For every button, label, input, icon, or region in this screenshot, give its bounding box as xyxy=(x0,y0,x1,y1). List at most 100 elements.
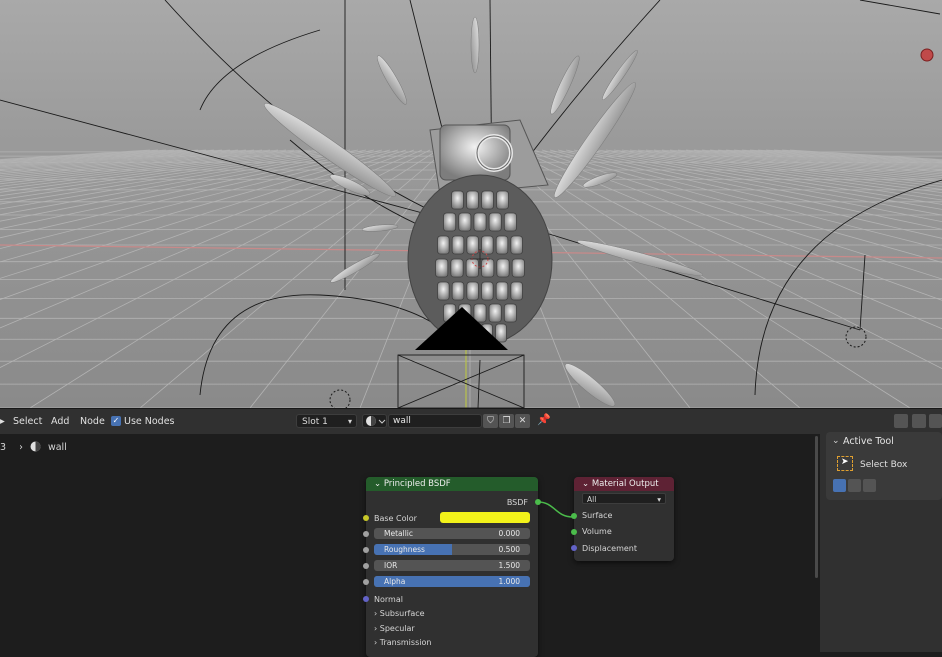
volume-label: Volume xyxy=(582,527,612,536)
vertical-scrollbar[interactable] xyxy=(815,436,818,578)
grenade-segment xyxy=(481,281,494,301)
metallic-value: 0.000 xyxy=(498,529,520,538)
roughness-value: 0.500 xyxy=(498,545,520,554)
chevron-down-icon: ▾ xyxy=(657,495,661,504)
grenade-segment xyxy=(466,281,479,301)
3d-viewport[interactable] xyxy=(0,0,942,408)
use-nodes-label: Use Nodes xyxy=(124,416,175,427)
header-edge-arrow: ▸ xyxy=(0,416,5,427)
principled-bsdf-node[interactable]: ⌄ Principled BSDF BSDF Base Color Metall… xyxy=(363,477,541,657)
material-sphere-icon xyxy=(30,441,41,452)
collapse-chevron-icon[interactable]: ⌄ xyxy=(374,479,381,489)
fake-user-shield-icon[interactable]: ⛉ xyxy=(483,414,498,428)
select-box-label: Select Box xyxy=(860,460,908,470)
material-name-field[interactable]: wall xyxy=(388,414,482,428)
use-nodes-checkbox[interactable]: ✓ xyxy=(111,416,121,426)
output-target-dropdown[interactable]: All ▾ xyxy=(582,493,666,504)
metallic-field[interactable]: Metallic 0.000 xyxy=(374,528,530,539)
roughness-label: Roughness xyxy=(384,545,425,554)
principled-bsdf-header[interactable]: ⌄ Principled BSDF xyxy=(366,477,538,491)
material-output-header[interactable]: ⌄ Material Output xyxy=(574,477,674,491)
grenade-segment xyxy=(473,212,487,232)
bsdf-output-socket[interactable] xyxy=(535,499,541,505)
unlink-material-close-icon[interactable]: ✕ xyxy=(515,414,530,428)
select-box-tool-icon[interactable]: ➤ xyxy=(837,456,853,471)
subsurface-panel[interactable]: › Subsurface xyxy=(374,609,425,618)
menu-add[interactable]: Add xyxy=(51,416,69,427)
grenade-segment xyxy=(451,281,465,301)
parent-node-tree-icon[interactable] xyxy=(894,414,908,428)
record-dot-icon[interactable] xyxy=(920,48,934,62)
grenade-segment xyxy=(443,212,457,232)
base-color-socket[interactable] xyxy=(363,515,369,521)
grenade-segment xyxy=(451,235,465,255)
normal-label: Normal xyxy=(374,595,403,604)
grenade-segment xyxy=(466,190,479,210)
grenade-segment xyxy=(465,258,479,278)
chevron-right-icon: › xyxy=(19,442,23,453)
alpha-label: Alpha xyxy=(384,577,406,586)
ior-socket[interactable] xyxy=(363,563,369,569)
breadcrumb: 3 › wall xyxy=(0,441,67,455)
breadcrumb-material[interactable]: wall xyxy=(48,442,67,453)
active-tool-panel: ⌄ Active Tool ➤ Select Box xyxy=(826,432,942,500)
grenade-segment xyxy=(503,212,517,232)
collapse-chevron-icon[interactable]: ⌄ xyxy=(582,479,589,489)
chevron-down-icon[interactable]: ⌄ xyxy=(832,436,840,446)
duplicate-material-icon[interactable]: ❐ xyxy=(499,414,514,428)
normal-socket[interactable] xyxy=(363,596,369,602)
snapping-icon[interactable] xyxy=(912,414,926,428)
specular-panel[interactable]: › Specular xyxy=(374,624,415,633)
ior-field[interactable]: IOR 1.500 xyxy=(374,560,530,571)
grenade-segment xyxy=(511,258,525,278)
alpha-field[interactable]: Alpha 1.000 xyxy=(374,576,530,587)
material-browse-button[interactable] xyxy=(362,414,387,428)
subsurface-label: Subsurface xyxy=(379,609,425,618)
bsdf-output-label: BSDF xyxy=(506,498,528,507)
slot-dropdown[interactable]: Slot 1 ▾ xyxy=(296,414,357,428)
grenade-segment xyxy=(435,258,449,278)
material-output-node[interactable]: ⌄ Material Output All ▾ Surface Volume D… xyxy=(571,477,674,561)
alpha-socket[interactable] xyxy=(363,579,369,585)
node-editor-header: ▸ Select Add Node ✓ Use Nodes Slot 1 ▾ w… xyxy=(0,408,942,434)
grenade-segment xyxy=(496,258,510,278)
select-mode-subtract-icon[interactable] xyxy=(863,479,876,492)
roughness-socket[interactable] xyxy=(363,547,369,553)
volume-socket[interactable] xyxy=(571,529,577,535)
grenade-segment xyxy=(466,235,479,255)
grenade-segment xyxy=(495,323,507,343)
grenade-segment xyxy=(488,303,502,323)
displacement-label: Displacement xyxy=(582,544,637,553)
grenade-segment xyxy=(510,235,523,255)
surface-socket[interactable] xyxy=(571,513,577,519)
select-mode-new-icon[interactable] xyxy=(833,479,846,492)
grenade-segment xyxy=(495,235,509,255)
transmission-panel[interactable]: › Transmission xyxy=(374,638,431,647)
slot-value: Slot 1 xyxy=(302,417,328,427)
grenade-segment xyxy=(481,190,494,210)
grenade-segment xyxy=(458,212,472,232)
material-sphere-icon xyxy=(366,416,386,426)
overlay-grid-icon[interactable] xyxy=(929,414,942,428)
grenade-segment xyxy=(503,303,517,323)
grenade-segment xyxy=(495,281,509,301)
pin-icon[interactable]: 📌 xyxy=(537,413,551,426)
viewport-scene xyxy=(0,0,942,408)
chevron-down-icon: ▾ xyxy=(347,417,352,426)
select-mode-extend-icon[interactable] xyxy=(848,479,861,492)
active-tool-title: Active Tool xyxy=(843,436,894,447)
grenade-segment xyxy=(510,281,523,301)
breadcrumb-prefix: 3 xyxy=(0,442,7,453)
node-editor-canvas[interactable]: ⌄ Principled BSDF BSDF Base Color Metall… xyxy=(0,434,820,657)
transmission-label: Transmission xyxy=(379,638,432,647)
base-color-swatch[interactable] xyxy=(440,512,530,523)
displacement-socket[interactable] xyxy=(571,545,577,551)
metallic-socket[interactable] xyxy=(363,531,369,537)
menu-select[interactable]: Select xyxy=(13,416,42,427)
roughness-field[interactable]: Roughness 0.500 xyxy=(374,544,530,555)
surface-label: Surface xyxy=(582,511,613,520)
base-color-label: Base Color xyxy=(374,514,417,523)
grenade-segment xyxy=(473,303,487,323)
grenade-segment xyxy=(451,190,464,210)
menu-node[interactable]: Node xyxy=(80,416,105,427)
